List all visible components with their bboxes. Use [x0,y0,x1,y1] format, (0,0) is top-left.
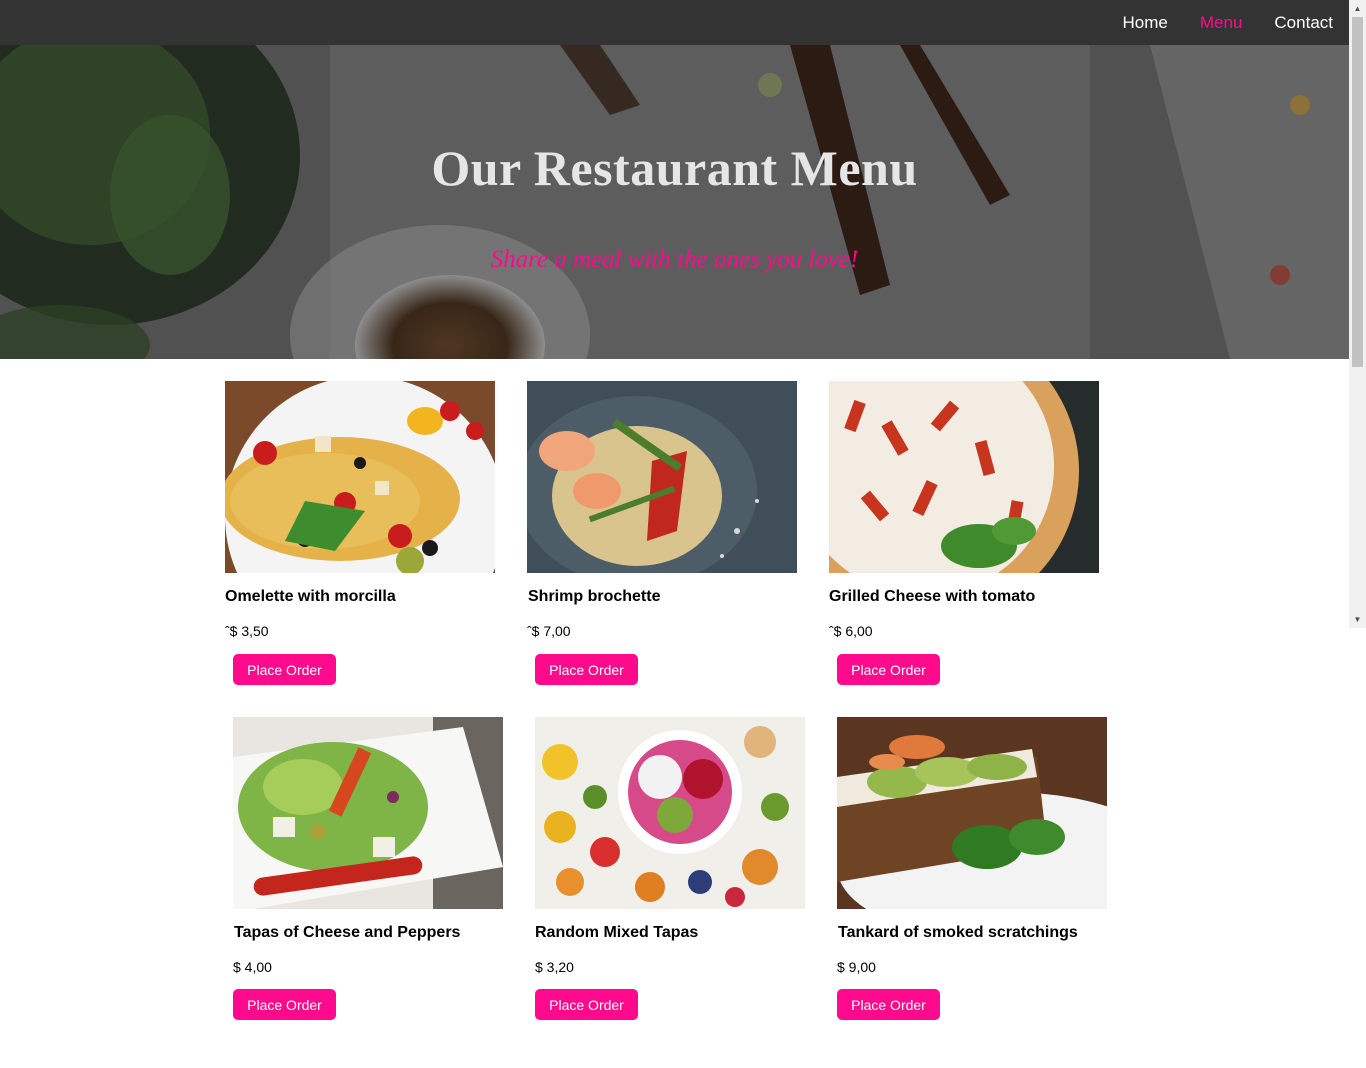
vertical-scrollbar[interactable]: ▲ ▼ [1349,0,1366,628]
place-order-button[interactable]: Place Order [837,989,940,1020]
scroll-down-arrow-icon[interactable]: ▼ [1349,611,1366,628]
menu-card: Grilled Cheese with tomato ˆ$ 6,00 Place… [829,381,1119,685]
menu-card: Tapas of Cheese and Peppers $ 4,00 Place… [233,717,523,1020]
hero-banner: Our Restaurant Menu Share a meal with th… [0,45,1349,359]
menu-card: Random Mixed Tapas $ 3,20 Place Order [535,717,825,1020]
tapas-cheese-peppers-image [233,717,503,909]
menu-item-price: ˆ$ 7,00 [527,623,571,639]
place-order-button[interactable]: Place Order [233,654,336,685]
menu-card: Omelette with morcilla ˆ$ 3,50 Place Ord… [225,381,515,685]
menu-item-title: Tapas of Cheese and Peppers [234,924,461,941]
nav-menu-link[interactable]: Menu [1200,13,1243,33]
omelette-image [225,381,495,573]
shrimp-brochette-image [527,381,797,573]
place-order-button[interactable]: Place Order [233,989,336,1020]
menu-item-price: $ 9,00 [837,959,876,975]
menu-item-title: Shrimp brochette [528,588,661,605]
nav-contact-link[interactable]: Contact [1274,13,1333,33]
menu-item-price: ˆ$ 3,50 [225,623,269,639]
menu-item-price: $ 4,00 [233,959,272,975]
smoked-scratchings-toast-image [837,717,1107,909]
menu-item-price: ˆ$ 6,00 [829,623,873,639]
nav-home-link[interactable]: Home [1123,13,1168,33]
page-title: Our Restaurant Menu [431,140,918,196]
scrollbar-thumb[interactable] [1352,17,1363,367]
menu-item-title: Omelette with morcilla [225,588,396,605]
grilled-cheese-pizza-image [829,381,1099,573]
page-subtitle: Share a meal with the ones you love! [490,246,859,273]
place-order-button[interactable]: Place Order [535,989,638,1020]
place-order-button[interactable]: Place Order [837,654,940,685]
hero-background-image [0,45,1349,359]
top-navbar: Home Menu Contact [0,0,1349,45]
menu-item-title: Tankard of smoked scratchings [838,924,1078,941]
menu-item-title: Grilled Cheese with tomato [829,588,1036,605]
random-mixed-tapas-image [535,717,805,909]
nav-links: Home Menu Contact [1091,0,1333,45]
menu-card: Shrimp brochette ˆ$ 7,00 Place Order [527,381,817,685]
menu-item-title: Random Mixed Tapas [535,924,699,941]
scroll-up-arrow-icon[interactable]: ▲ [1349,0,1366,17]
menu-item-price: $ 3,20 [535,959,574,975]
place-order-button[interactable]: Place Order [535,654,638,685]
menu-card: Tankard of smoked scratchings $ 9,00 Pla… [837,717,1127,1020]
